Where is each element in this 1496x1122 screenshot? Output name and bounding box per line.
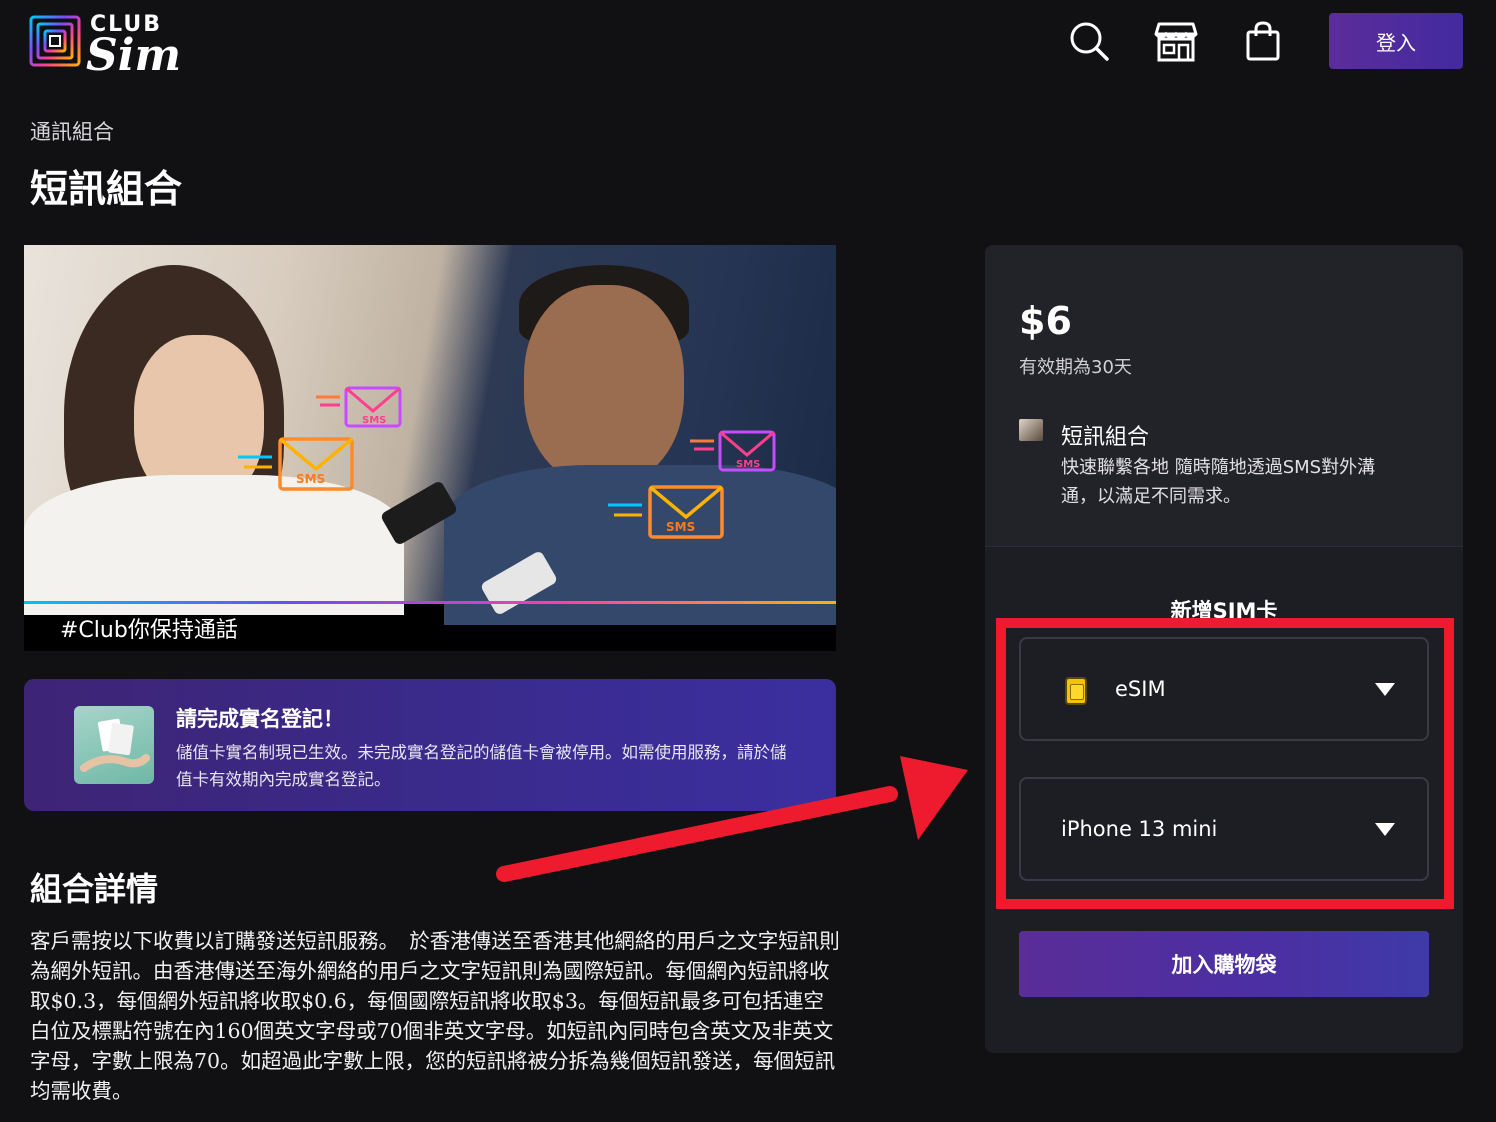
plan-validity: 有效期為30天: [1019, 357, 1132, 378]
page-title: 短訊組合: [30, 167, 183, 211]
device-value: iPhone 13 mini: [1061, 817, 1218, 841]
sim-type-select[interactable]: eSIM: [1019, 637, 1429, 741]
login-button[interactable]: 登入: [1329, 13, 1463, 69]
plan-price: $6: [1019, 299, 1072, 343]
device-select[interactable]: iPhone 13 mini: [1019, 777, 1429, 881]
plan-thumbnail: [1019, 419, 1043, 441]
sms-envelope-icon: SMS: [316, 386, 402, 428]
sim-type-value: eSIM: [1115, 677, 1166, 701]
shopping-bag-icon[interactable]: [1240, 18, 1286, 64]
sms-envelope-icon: SMS: [238, 437, 354, 491]
sms-envelope-label: SMS: [666, 520, 695, 534]
notice-title: 請完成實名登記！: [176, 707, 344, 731]
sms-envelope-label: SMS: [362, 415, 386, 426]
registration-notice[interactable]: 請完成實名登記！ 儲值卡實名制現已生效。未完成實名登記的儲值卡會被停用。如需使用…: [24, 679, 836, 811]
hero-gradient-bar: [24, 601, 836, 604]
notice-text: 儲值卡實名制現已生效。未完成實名登記的儲值卡會被停用。如需使用服務，請於儲值卡有…: [176, 743, 787, 789]
search-icon[interactable]: [1066, 18, 1112, 64]
sms-envelope-label: SMS: [736, 459, 760, 470]
hero-banner: SMS SMS SMS SMS #Club你保持通話: [24, 245, 836, 651]
chevron-down-icon: [1375, 683, 1395, 696]
club-sim-logo[interactable]: CLUB Sim: [28, 12, 188, 80]
add-to-cart-button[interactable]: 加入購物袋: [1019, 931, 1429, 997]
logo-mark-icon: [29, 15, 81, 67]
sms-envelope-label: SMS: [296, 472, 325, 486]
chevron-down-icon: [1375, 823, 1395, 836]
logo-sim-text: Sim: [86, 30, 182, 81]
details-text: 客戶需按以下收費以訂購發送短訊服務。 於香港傳送至香港其他網絡的用戶之文字短訊則…: [30, 929, 840, 1103]
details-title: 組合詳情: [30, 870, 159, 908]
purchase-panel: $6 有效期為30天 短訊組合 快速聯繫各地 隨時隨地透過SMS對外溝通，以滿足…: [985, 245, 1463, 1053]
hero-caption: #Club你保持通話: [60, 618, 238, 643]
sms-envelope-icon: SMS: [608, 485, 724, 539]
sim-chip-icon: [1065, 677, 1087, 705]
notice-thumbnail: [74, 706, 154, 784]
store-icon[interactable]: [1153, 18, 1199, 64]
hero-photo-man-head: [524, 285, 684, 485]
plan-summary: $6 有效期為30天 短訊組合 快速聯繫各地 隨時隨地透過SMS對外溝通，以滿足…: [985, 245, 1463, 547]
breadcrumb[interactable]: 通訊組合: [30, 116, 114, 146]
hero-photo-woman-body: [24, 475, 404, 615]
plan-name: 短訊組合: [1061, 425, 1150, 450]
site-header: CLUB Sim 登入: [0, 0, 1496, 90]
add-sim-title: 新增SIM卡: [1170, 599, 1278, 623]
sim-card-hand-icon: [80, 718, 150, 772]
sms-envelope-icon: SMS: [690, 430, 776, 472]
plan-description: 快速聯繫各地 隨時隨地透過SMS對外溝通，以滿足不同需求。: [1061, 457, 1376, 507]
hero-photo: SMS SMS SMS SMS: [24, 245, 836, 625]
